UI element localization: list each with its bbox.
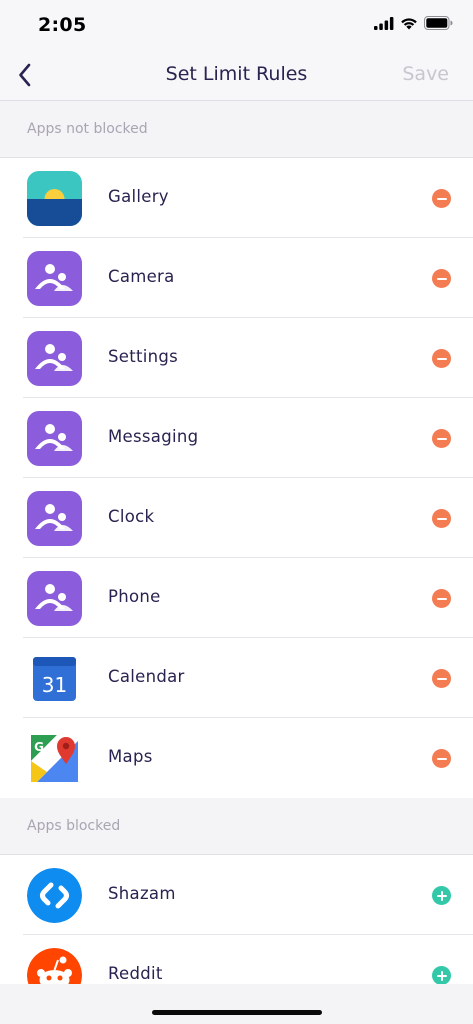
app-row-phone[interactable]: Phone — [0, 558, 473, 638]
app-row-settings[interactable]: Settings — [0, 318, 473, 398]
family-placeholder-icon — [27, 251, 82, 306]
app-name: Settings — [108, 347, 179, 366]
remove-app-button[interactable] — [432, 669, 451, 688]
app-name: Calendar — [108, 667, 185, 686]
section-header-label: Apps not blocked — [27, 121, 148, 137]
apps-not-blocked-list: Gallery Camera Settings Messaging Clock … — [0, 158, 473, 798]
home-indicator[interactable] — [152, 1010, 322, 1015]
remove-app-button[interactable] — [432, 749, 451, 768]
cellular-signal-icon — [374, 16, 394, 30]
calendar-icon: 31 — [27, 651, 82, 706]
status-bar: 2:05 — [0, 0, 473, 50]
section-header-not-blocked: Apps not blocked — [0, 101, 473, 158]
shazam-icon — [27, 868, 82, 923]
app-name: Reddit — [108, 964, 163, 983]
app-name: Gallery — [108, 187, 169, 206]
app-name: Messaging — [108, 427, 199, 446]
app-row-calendar[interactable]: 31 Calendar — [0, 638, 473, 718]
remove-app-button[interactable] — [432, 589, 451, 608]
nav-bar: Set Limit Rules Save — [0, 50, 473, 101]
status-time: 2:05 — [38, 14, 87, 36]
bottom-safe-area — [0, 984, 473, 1024]
maps-g-text: G — [34, 740, 44, 754]
app-row-camera[interactable]: Camera — [0, 238, 473, 318]
family-placeholder-icon — [27, 491, 82, 546]
remove-app-button[interactable] — [432, 509, 451, 528]
app-name: Clock — [108, 507, 155, 526]
family-placeholder-icon — [27, 411, 82, 466]
app-name: Camera — [108, 267, 175, 286]
battery-icon — [424, 16, 453, 30]
calendar-day-text: 31 — [42, 673, 67, 697]
app-row-messaging[interactable]: Messaging — [0, 398, 473, 478]
remove-app-button[interactable] — [432, 349, 451, 368]
remove-app-button[interactable] — [432, 189, 451, 208]
gallery-icon — [27, 171, 82, 226]
section-header-label: Apps blocked — [27, 818, 121, 834]
app-row-maps[interactable]: G Maps — [0, 718, 473, 798]
family-placeholder-icon — [27, 331, 82, 386]
app-row-clock[interactable]: Clock — [0, 478, 473, 558]
status-icons — [374, 16, 453, 30]
app-name: Maps — [108, 747, 153, 766]
app-name: Phone — [108, 587, 161, 606]
app-name: Shazam — [108, 884, 176, 903]
family-placeholder-icon — [27, 571, 82, 626]
app-row-shazam[interactable]: Shazam — [0, 855, 473, 935]
section-header-blocked: Apps blocked — [0, 798, 473, 855]
remove-app-button[interactable] — [432, 429, 451, 448]
remove-app-button[interactable] — [432, 269, 451, 288]
add-app-button[interactable] — [432, 886, 451, 905]
app-row-gallery[interactable]: Gallery — [0, 158, 473, 238]
maps-icon: G — [27, 731, 82, 786]
add-app-button[interactable] — [432, 966, 451, 985]
wifi-icon — [401, 17, 417, 29]
save-button[interactable]: Save — [402, 63, 449, 85]
